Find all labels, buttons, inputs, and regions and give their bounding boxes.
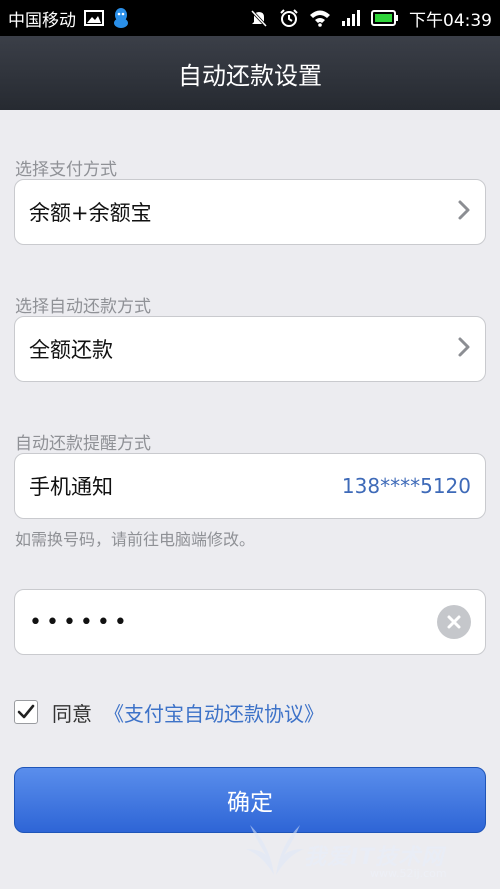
watermark-url: www.52ij.com — [370, 867, 447, 880]
agreement-link[interactable]: 《支付宝自动还款协议》 — [104, 698, 324, 727]
reminder-value: 手机通知 — [29, 475, 113, 499]
payment-method-selector[interactable]: 余额+余额宝 — [14, 179, 486, 245]
phone-number: 138****5120 — [341, 474, 471, 498]
chevron-right-icon — [457, 336, 471, 363]
gallery-icon — [84, 10, 104, 26]
status-time: 下午04:39 — [409, 10, 492, 31]
agreement-row: 同意 《支付宝自动还款协议》 — [14, 697, 324, 727]
payment-method-label: 选择支付方式 — [15, 160, 117, 180]
repay-mode-value: 全额还款 — [29, 338, 113, 362]
carrier-label: 中国移动 — [8, 10, 76, 31]
agree-text: 同意 — [52, 701, 92, 726]
password-value: •••••• — [29, 609, 131, 635]
clear-icon[interactable] — [437, 605, 471, 639]
status-bar: 中国移动 下午04:39 — [0, 0, 500, 36]
password-input[interactable]: •••••• — [14, 589, 486, 655]
page-title: 自动还款设置 — [178, 61, 322, 90]
repay-mode-selector[interactable]: 全额还款 — [14, 316, 486, 382]
mute-icon — [249, 8, 269, 28]
agreement-checkbox[interactable] — [14, 700, 38, 724]
qq-icon — [112, 7, 130, 29]
battery-icon — [371, 10, 399, 26]
watermark-text: 我爱IT技术网 — [304, 845, 445, 870]
repay-mode-label: 选择自动还款方式 — [15, 297, 151, 317]
confirm-label: 确定 — [227, 790, 273, 816]
confirm-button[interactable]: 确定 — [14, 767, 486, 833]
wifi-icon — [309, 9, 331, 27]
signal-icon — [341, 9, 361, 27]
check-icon — [17, 704, 35, 719]
reminder-field[interactable]: 手机通知 138****5120 — [14, 453, 486, 519]
chevron-right-icon — [457, 199, 471, 226]
title-bar: 自动还款设置 — [0, 36, 500, 110]
reminder-hint: 如需换号码，请前往电脑端修改。 — [15, 530, 256, 549]
alarm-icon — [279, 8, 299, 28]
payment-method-value: 余额+余额宝 — [29, 201, 152, 225]
reminder-label: 自动还款提醒方式 — [15, 434, 151, 454]
